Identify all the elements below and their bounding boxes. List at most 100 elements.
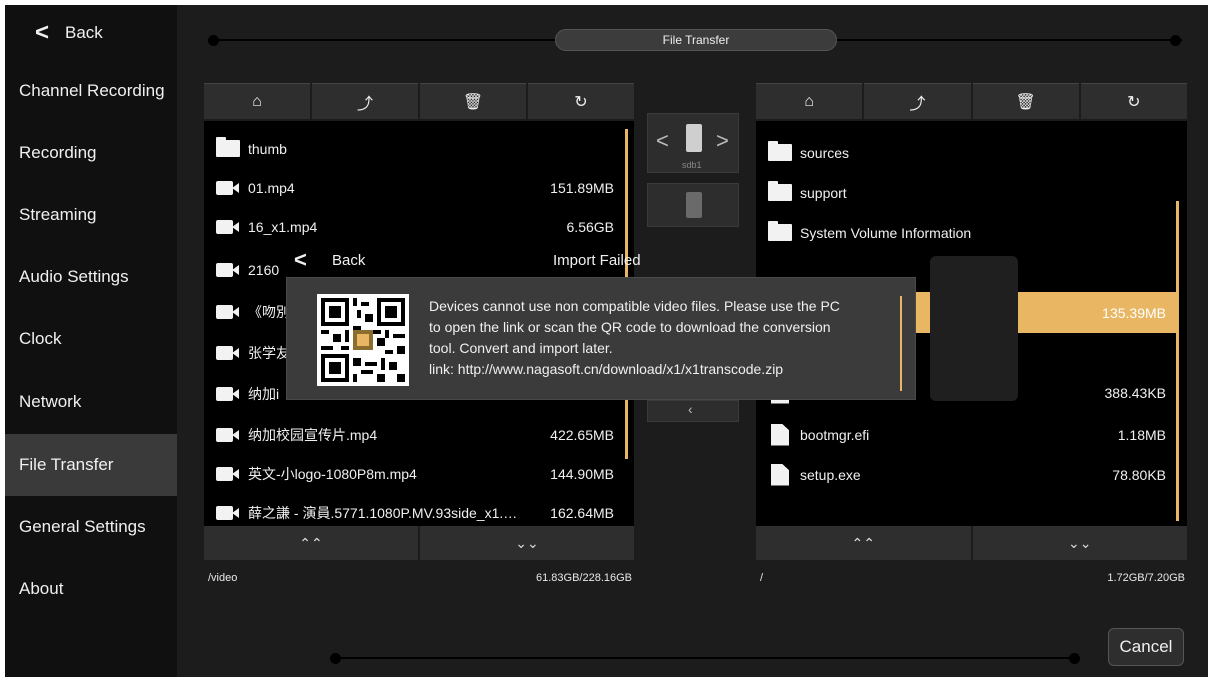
sidebar-item-label: Clock xyxy=(19,329,62,348)
double-chevron-down-icon: ⌄⌄ xyxy=(1068,534,1092,551)
sidebar-item-channel-recording[interactable]: Channel Recording xyxy=(5,60,177,122)
refresh-icon: ↻ xyxy=(1127,93,1141,111)
video-icon xyxy=(216,466,240,481)
video-icon xyxy=(216,262,240,277)
sidebar-item-streaming[interactable]: Streaming xyxy=(5,184,177,246)
home-icon: ⌂ xyxy=(252,92,262,110)
dialog-title: Import Failed xyxy=(553,252,641,269)
device-selector[interactable]: < > sdb1 xyxy=(647,113,739,173)
double-chevron-down-icon: ⌄⌄ xyxy=(515,534,539,551)
right-path: / xyxy=(760,572,764,584)
download-link[interactable]: link: http://www.nagasoft.cn/download/x1… xyxy=(429,359,899,380)
list-item[interactable]: 英文-小logo-1080P8m.mp4 144.90MB xyxy=(204,454,624,493)
list-item[interactable]: 16_x1.mp4 6.56GB xyxy=(204,207,624,246)
video-icon xyxy=(216,386,240,401)
list-item[interactable]: 薛之謙 - 演員.5771.1080P.MV.93side_x1.… 162.6… xyxy=(204,493,624,525)
home-button[interactable]: ⌂ xyxy=(204,83,310,119)
video-icon xyxy=(216,304,240,319)
cancel-button[interactable]: Cancel xyxy=(1108,628,1184,666)
page-up-button[interactable]: ⌃⌃ xyxy=(756,526,971,560)
list-item[interactable]: 01.mp4 151.89MB xyxy=(204,168,624,207)
page-down-button[interactable]: ⌄⌄ xyxy=(972,526,1187,560)
sidebar-item-label: Recording xyxy=(19,143,97,162)
home-button[interactable]: ⌂ xyxy=(756,83,863,119)
right-scrollbar[interactable] xyxy=(1176,201,1179,521)
transfer-left-button[interactable]: ‹ xyxy=(647,400,739,422)
left-path: /video xyxy=(208,572,238,584)
left-storage-space: 61.83GB/228.16GB xyxy=(535,572,632,584)
line-end-dot xyxy=(330,653,341,664)
chevron-right-icon[interactable]: > xyxy=(716,128,729,154)
list-item[interactable]: thumb xyxy=(204,129,624,168)
upload-icon: ⤴ xyxy=(356,95,373,113)
chevron-left-icon[interactable]: < xyxy=(656,128,669,154)
trash-icon: 🗑 xyxy=(1015,93,1036,111)
sidebar-item-general-settings[interactable]: General Settings xyxy=(5,496,177,558)
dialog-header: < Back Import Failed xyxy=(286,242,916,278)
page-up-button[interactable]: ⌃⌃ xyxy=(204,526,418,560)
page-down-button[interactable]: ⌄⌄ xyxy=(420,526,634,560)
sidebar-item-label: Network xyxy=(19,392,82,411)
back-button[interactable]: < Back xyxy=(5,5,177,60)
file-icon xyxy=(768,423,792,446)
right-pager: ⌃⌃ ⌄⌄ xyxy=(756,526,1187,560)
import-failed-dialog: Devices cannot use non compatible video … xyxy=(286,277,916,400)
dialog-message: Devices cannot use non compatible video … xyxy=(429,296,899,380)
qr-code-icon xyxy=(317,294,409,386)
usb-drive-watermark-icon xyxy=(930,256,1018,401)
sidebar-item-label: Channel Recording xyxy=(19,81,165,100)
video-icon xyxy=(216,219,240,234)
trash-icon: 🗑 xyxy=(462,93,484,111)
folder-icon xyxy=(768,221,792,241)
dialog-scrollbar[interactable] xyxy=(900,296,902,391)
line-end-dot xyxy=(208,35,219,46)
refresh-button[interactable]: ↻ xyxy=(528,83,634,119)
chevron-left-icon[interactable]: < xyxy=(294,247,307,273)
sidebar-item-label: Streaming xyxy=(19,205,97,224)
video-icon xyxy=(216,427,240,442)
dialog-back-button[interactable]: Back xyxy=(332,252,365,269)
usb-eject-icon xyxy=(686,192,702,218)
sidebar-item-label: General Settings xyxy=(19,517,146,536)
line-end-dot xyxy=(1069,653,1080,664)
right-storage-space: 1.72GB/7.20GB xyxy=(1107,572,1185,584)
sidebar-item-about[interactable]: About xyxy=(5,558,177,620)
usb-drive-icon xyxy=(686,124,702,152)
right-toolbar: ⌂ ⤴ 🗑 ↻ xyxy=(756,83,1187,119)
list-item[interactable]: setup.exe 78.80KB xyxy=(756,455,1176,494)
double-chevron-up-icon: ⌃⌃ xyxy=(851,534,875,551)
arrow-left-icon: ‹ xyxy=(688,401,693,417)
page-title: File Transfer xyxy=(555,29,837,51)
parent-dir-button[interactable]: ⤴ xyxy=(864,83,971,119)
list-item[interactable]: support xyxy=(756,173,1176,212)
list-item[interactable]: bootmgr.efi 1.18MB xyxy=(756,415,1176,454)
sidebar-item-clock[interactable]: Clock xyxy=(5,308,177,370)
file-icon xyxy=(768,463,792,486)
double-chevron-up-icon: ⌃⌃ xyxy=(299,534,323,551)
delete-button[interactable]: 🗑 xyxy=(972,83,1079,119)
footer-line xyxy=(334,657,1074,659)
folder-icon xyxy=(768,181,792,201)
delete-button[interactable]: 🗑 xyxy=(420,83,526,119)
sidebar-item-network[interactable]: Network xyxy=(5,371,177,433)
list-item[interactable]: sources xyxy=(756,133,1176,172)
line-end-dot xyxy=(1170,35,1181,46)
sidebar-item-audio-settings[interactable]: Audio Settings xyxy=(5,246,177,308)
list-item[interactable]: 纳加校园宣传片.mp4 422.65MB xyxy=(204,415,624,454)
app-window: < Back Channel Recording Recording Strea… xyxy=(5,5,1208,677)
sidebar-item-label: Audio Settings xyxy=(19,267,129,286)
left-pager: ⌃⌃ ⌄⌄ xyxy=(204,526,634,560)
sidebar: < Back Channel Recording Recording Strea… xyxy=(5,5,177,677)
device-label: sdb1 xyxy=(682,160,702,170)
refresh-button[interactable]: ↻ xyxy=(1080,83,1187,119)
left-toolbar: ⌂ ⤴ 🗑 ↻ xyxy=(204,83,634,119)
refresh-icon: ↻ xyxy=(574,93,588,111)
back-label: Back xyxy=(65,22,103,42)
eject-device-button[interactable] xyxy=(647,183,739,227)
sidebar-item-label: File Transfer xyxy=(19,455,114,474)
sidebar-item-recording[interactable]: Recording xyxy=(5,122,177,184)
sidebar-item-label: About xyxy=(19,579,64,598)
upload-icon: ⤴ xyxy=(909,95,926,113)
parent-dir-button[interactable]: ⤴ xyxy=(312,83,418,119)
sidebar-item-file-transfer[interactable]: File Transfer xyxy=(5,434,177,496)
